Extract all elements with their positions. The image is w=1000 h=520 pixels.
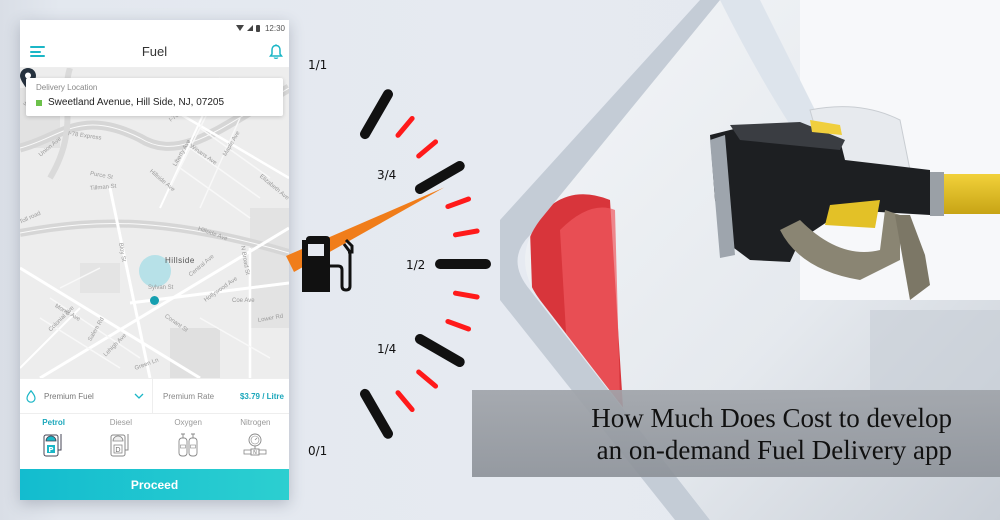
oxygen-cylinder-icon [178, 433, 198, 457]
current-position-dot [150, 296, 159, 305]
headline-line-1: How Much Does Cost to develop [591, 402, 952, 433]
gauge-major-tick [360, 388, 393, 439]
map-street-label: Sylvan St [148, 285, 174, 291]
fuel-pump-icon [302, 236, 354, 292]
gauge-label-half: 1/2 [406, 258, 426, 272]
app-bar: Fuel [20, 36, 289, 68]
fuel-gauge: 1/1 3/4 1/2 1/4 0/1 [280, 40, 500, 480]
location-marker-icon [36, 99, 42, 106]
gauge-minor-tick [395, 115, 415, 138]
fuel-selector-row: Premium Fuel Premium Rate $3.79 / Litre [20, 378, 289, 414]
gauge-major-tick [414, 334, 465, 367]
tab-label: Petrol [42, 418, 65, 427]
gauge-minor-tick [445, 318, 472, 332]
fuel-grade-dropdown[interactable]: Premium Fuel [20, 379, 153, 413]
nitrogen-gauge-icon: N [243, 433, 267, 456]
gauge-minor-tick [416, 369, 439, 389]
status-bar: 12:30 [20, 20, 289, 36]
tab-label: Nitrogen [240, 418, 271, 427]
svg-text:P: P [48, 446, 53, 454]
gauge-label-three-quarter: 3/4 [377, 168, 397, 182]
selected-fuel-grade: Premium Fuel [44, 391, 94, 401]
tab-label: Oxygen [174, 418, 202, 427]
rate-value: $3.79 / Litre [239, 391, 284, 401]
gauge-label-full: 1/1 [308, 58, 328, 72]
map-street-label: Coe Ave [232, 298, 255, 304]
signal-icon [246, 25, 253, 31]
fuel-type-tabs: Petrol P Diesel D Oxygen Nitrogen N [20, 414, 289, 466]
headline-banner: How Much Does Cost to develop an on-dema… [472, 390, 1000, 477]
tab-diesel[interactable]: Diesel D [87, 414, 154, 466]
gauge-minor-tick [416, 139, 439, 159]
gauge-major-tick [360, 89, 393, 140]
status-time: 12:30 [264, 23, 285, 33]
gauge-minor-tick [452, 228, 480, 238]
tab-oxygen[interactable]: Oxygen [155, 414, 222, 466]
delivery-address: Sweetland Avenue, Hill Side, NJ, 07205 [48, 97, 225, 108]
headline-line-2: an on-demand Fuel Delivery app [596, 434, 952, 465]
diesel-pump-icon: D [110, 434, 129, 457]
battery-icon [255, 24, 260, 32]
page-title: Fuel [141, 44, 168, 59]
gauge-minor-tick [445, 196, 472, 210]
menu-icon[interactable] [30, 46, 45, 57]
fuel-drop-icon [26, 389, 36, 403]
tab-petrol[interactable]: Petrol P [20, 414, 87, 466]
petrol-pump-icon: P [43, 434, 62, 457]
tab-label: Diesel [109, 418, 132, 427]
tab-nitrogen[interactable]: Nitrogen N [222, 414, 289, 466]
wifi-icon [235, 25, 244, 31]
svg-text:D: D [115, 446, 120, 454]
gauge-major-tick [414, 161, 465, 194]
gauge-minor-tick [395, 390, 415, 413]
proceed-button[interactable]: Proceed [20, 469, 289, 500]
delivery-location-card[interactable]: Delivery Location Sweetland Avenue, Hill… [26, 78, 283, 116]
phone-mockup: 12:30 Fuel I-78 Express Union Ave Winans… [20, 20, 289, 500]
delivery-location-label: Delivery Location [36, 83, 98, 92]
gauge-label-quarter: 1/4 [377, 342, 397, 356]
map-area-label: Hillside [165, 256, 195, 265]
gauge-label-empty: 0/1 [308, 444, 328, 458]
svg-text:N: N [254, 450, 258, 456]
chevron-down-icon [134, 393, 144, 399]
rate-label: Premium Rate [163, 391, 215, 401]
gauge-minor-tick [452, 290, 480, 300]
